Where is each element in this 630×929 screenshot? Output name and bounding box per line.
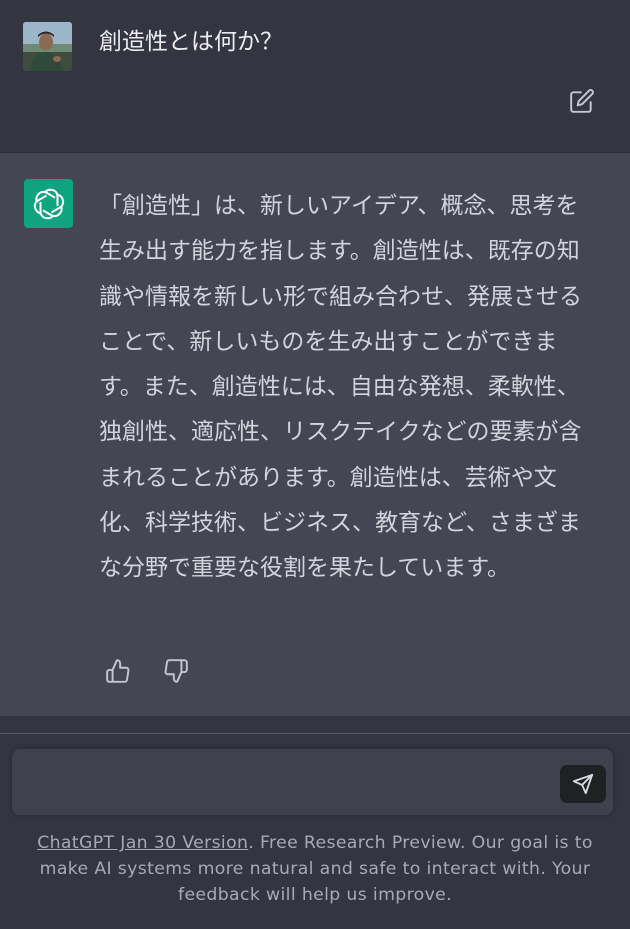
send-icon	[572, 773, 594, 795]
message-input[interactable]	[26, 763, 550, 803]
user-message-row: 創造性とは何か？	[0, 0, 630, 153]
edit-message-button[interactable]	[567, 86, 597, 116]
message-composer	[12, 749, 613, 815]
version-link[interactable]: ChatGPT Jan 30 Version	[37, 833, 248, 853]
user-photo-avatar-icon	[23, 22, 72, 71]
openai-logo-icon	[33, 188, 64, 219]
edit-pencil-icon	[570, 89, 594, 113]
assistant-message-text: 「創造性」は、新しいアイデア、概念、思考を生み出す能力を指します。創造性は、既存…	[99, 193, 582, 582]
composer-divider	[0, 733, 630, 734]
footer-disclaimer: ChatGPT Jan 30 Version. Free Research Pr…	[14, 830, 616, 908]
thumbs-up-button[interactable]	[103, 656, 133, 686]
user-message-text: 創造性とは何か？	[99, 29, 283, 55]
assistant-avatar	[24, 179, 73, 228]
user-avatar	[23, 22, 72, 71]
thumbs-down-icon	[164, 659, 188, 683]
thumbs-up-icon	[106, 659, 130, 683]
send-button[interactable]	[560, 765, 606, 803]
thumbs-down-button[interactable]	[161, 656, 191, 686]
